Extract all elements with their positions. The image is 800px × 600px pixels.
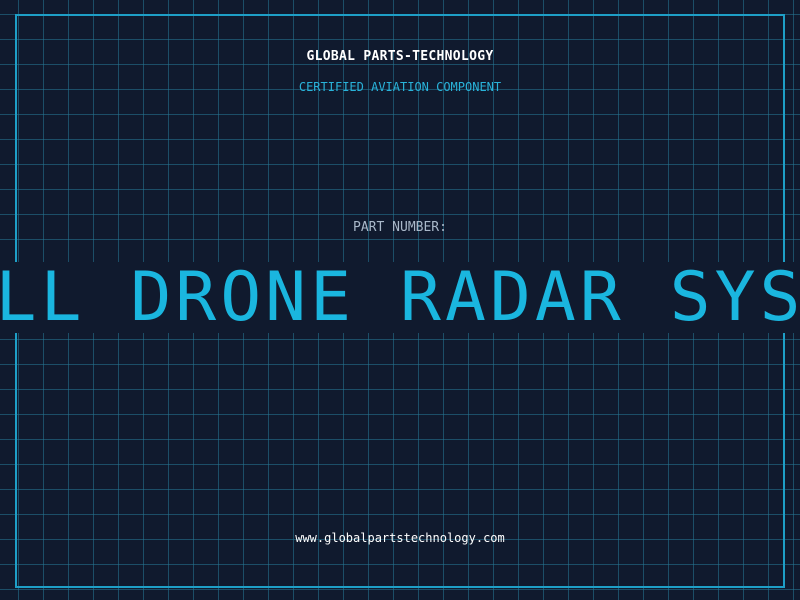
certificate-card: GLOBAL PARTS-TECHNOLOGY CERTIFIED AVIATI… (0, 0, 800, 600)
website-link[interactable]: www.globalpartstechnology.com (0, 531, 800, 545)
part-number-value: SMALL DRONE RADAR SYSTEM (0, 262, 800, 333)
part-number-banner: SMALL DRONE RADAR SYSTEM (0, 262, 800, 333)
tagline: CERTIFIED AVIATION COMPONENT (298, 80, 502, 94)
part-number-label: PART NUMBER: (353, 220, 447, 235)
brand-name: GLOBAL PARTS-TECHNOLOGY (306, 49, 494, 64)
